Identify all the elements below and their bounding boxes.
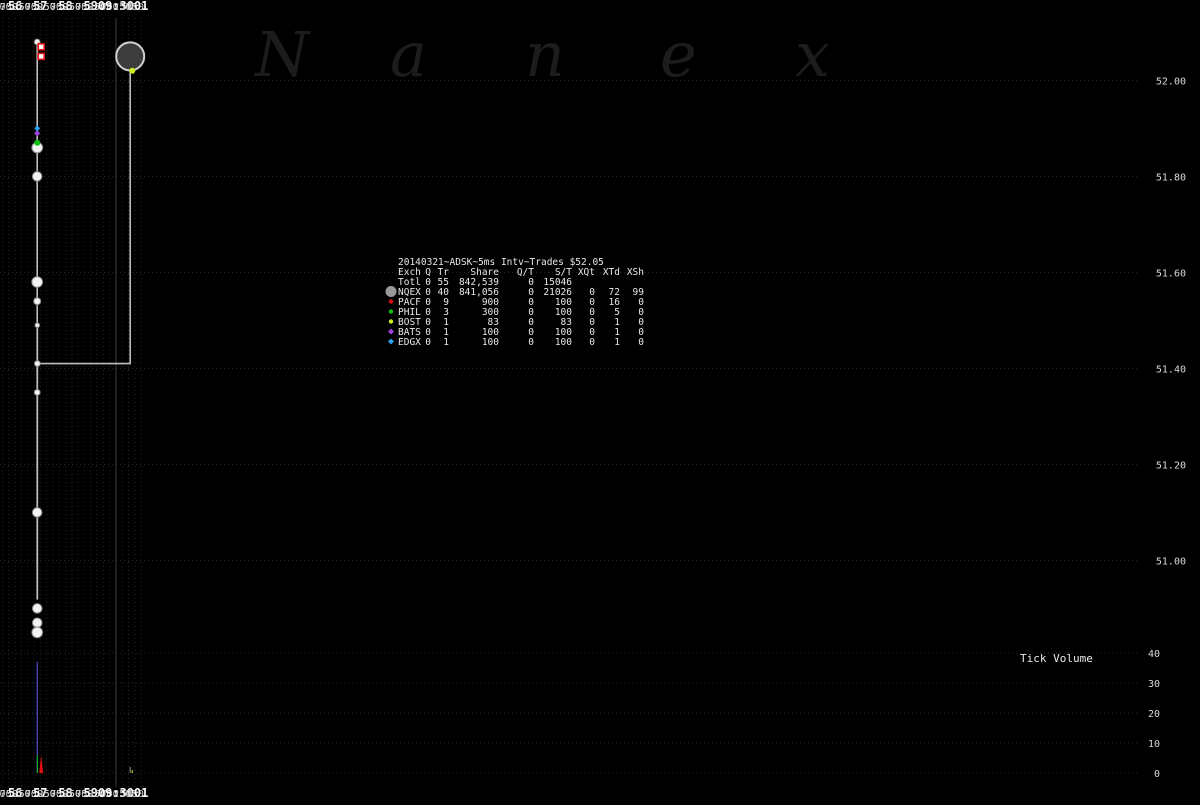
chart-canvas: Nanex 5007505625050075057250500750582505… — [0, 0, 1186, 800]
tick-volume-bar — [39, 755, 44, 773]
legend-header-cell: XSh — [627, 267, 644, 278]
trade-point-nqex — [31, 276, 44, 288]
trade-point-nqex — [34, 322, 41, 328]
volume-tick-label: 30 — [1148, 679, 1160, 690]
time-tick-label: 01 — [134, 786, 148, 800]
price-tick-label: 51.80 — [1156, 172, 1186, 183]
legend-cell: 1 — [443, 337, 449, 348]
legend-header-cell: XTd — [603, 267, 620, 278]
trade-point-pacf — [37, 42, 46, 51]
legend-cell: EDGX — [398, 337, 421, 348]
trade-point-edgx — [34, 125, 41, 132]
trade-point-phil — [34, 139, 41, 146]
legend-header-cell: XQt — [578, 267, 595, 278]
volume-tick-label: 20 — [1148, 709, 1160, 720]
price-tick-label: 51.60 — [1156, 268, 1186, 279]
legend-cell: 0 — [425, 337, 431, 348]
trade-point-nqex — [31, 507, 43, 518]
trade-point-nqex — [33, 297, 42, 306]
legend-marker-bost — [388, 319, 394, 324]
legend-cell: 100 — [482, 337, 499, 348]
volume-tick-label: 40 — [1148, 649, 1160, 660]
time-tick-label: 01 — [134, 0, 148, 13]
watermark-logo: Nanex — [253, 18, 830, 91]
legend-cell: 1 — [614, 337, 620, 348]
volume-axis: 40 30 20 10 0 — [1148, 649, 1160, 780]
trade-point-nqex — [34, 360, 41, 367]
legend-table: 20140321~ADSK~5ms Intv~Trades $52.05Exch… — [385, 257, 644, 348]
legend-marker-bats — [388, 328, 394, 335]
price-tick-label: 51.20 — [1156, 460, 1186, 471]
watermark-letter: e — [660, 18, 697, 91]
x-axis-bottom: 5007505625050075057250500750582505007505… — [0, 786, 148, 800]
volume-tick-label: 0 — [1154, 769, 1160, 780]
legend-marker-phil — [388, 309, 394, 314]
price-tick-label: 51.00 — [1156, 556, 1186, 567]
volume-tick-label: 10 — [1148, 739, 1160, 750]
x-axis-top: 5007505625050075057250500750582505007505… — [0, 0, 148, 13]
watermark-letter: N — [253, 18, 312, 91]
trade-chart: Nanex 5007505625050075057250500750582505… — [0, 0, 1200, 800]
legend-marker-nqex — [385, 286, 397, 297]
legend-cell: 100 — [555, 337, 572, 348]
legend-marker-edgx — [388, 338, 394, 345]
legend-cell: 0 — [528, 337, 534, 348]
trade-point-bost — [129, 67, 136, 74]
price-tick-label: 52.00 — [1156, 76, 1186, 87]
trade-point-nqex — [31, 626, 44, 639]
trade-point-nqex — [31, 603, 43, 614]
trade-point-nqex — [31, 171, 43, 182]
legend-marker-pacf — [388, 299, 394, 304]
tick-volume-title: Tick Volume — [1020, 652, 1093, 665]
gridlines — [0, 18, 1140, 787]
trade-point-nqex — [33, 389, 41, 396]
trade-point-pacf — [37, 52, 46, 61]
trade-point-nqex — [31, 617, 43, 629]
trade-point-nqex — [115, 41, 146, 72]
legend-cell: 0 — [589, 337, 595, 348]
price-axis: 52.00 51.80 51.60 51.40 51.20 51.00 — [1156, 76, 1186, 567]
price-tick-label: 51.40 — [1156, 364, 1186, 375]
legend-cell: 0 — [638, 337, 644, 348]
trade-points — [31, 38, 146, 639]
